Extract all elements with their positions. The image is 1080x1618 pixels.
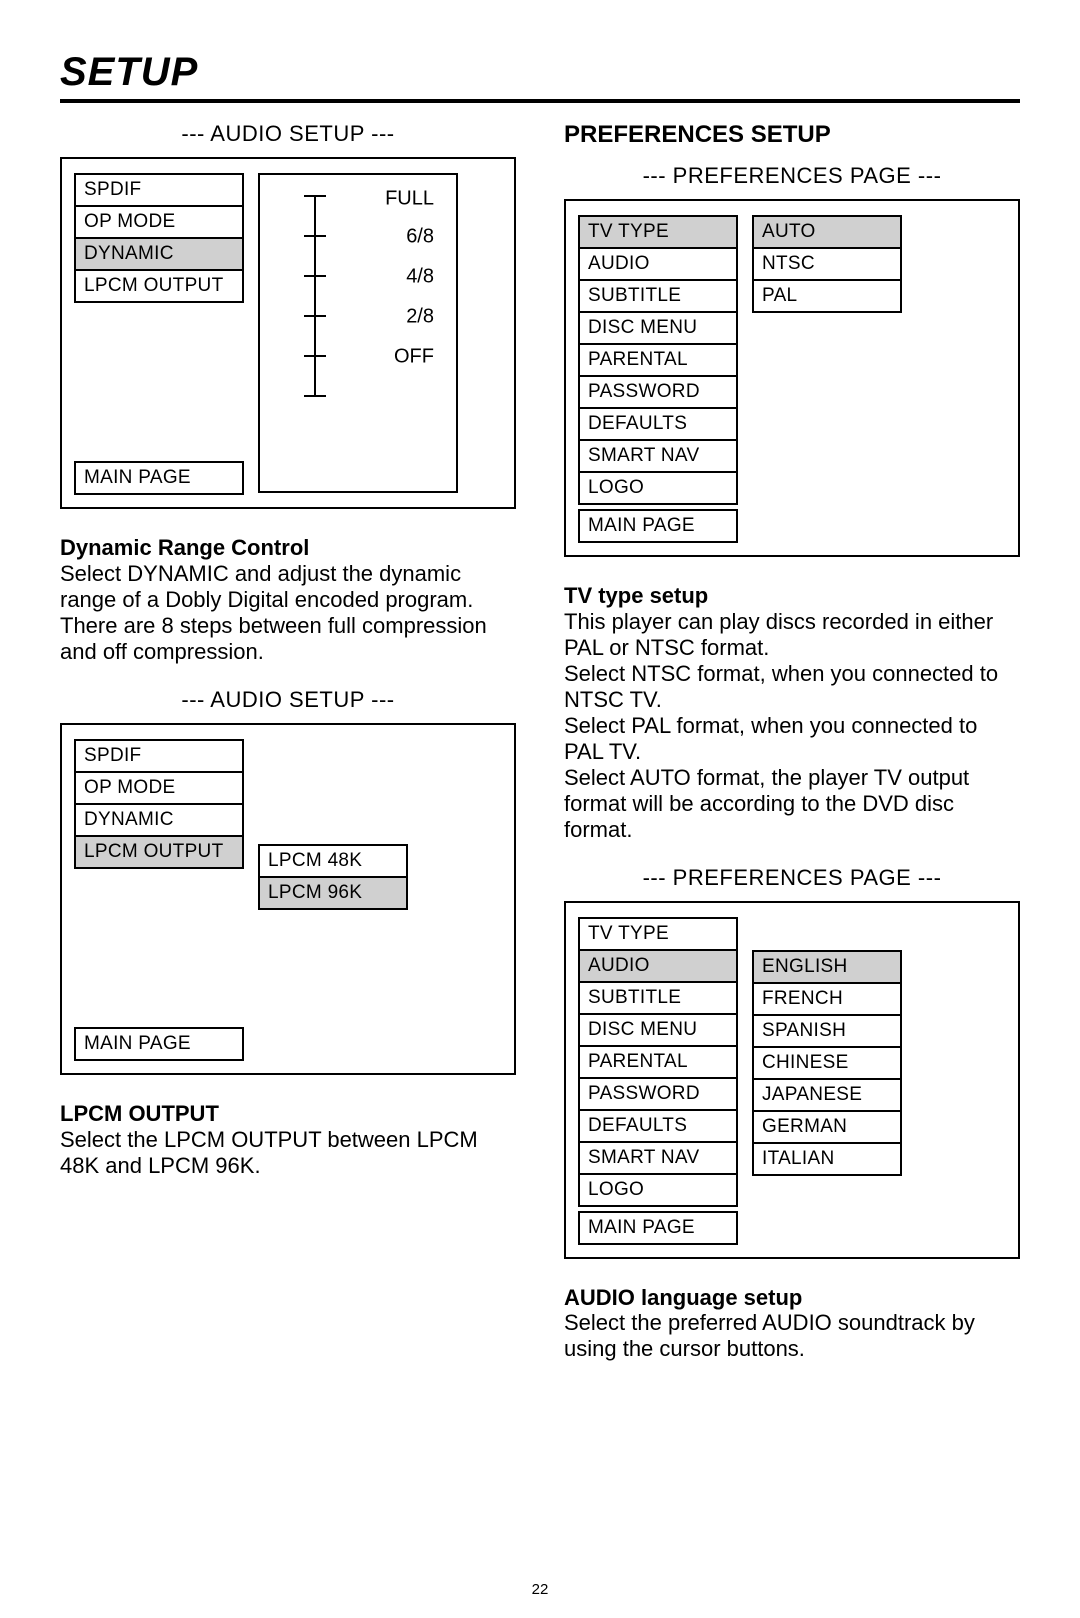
audio-lang-heading: AUDIO language setup bbox=[564, 1285, 802, 1310]
option-japanese[interactable]: JAPANESE bbox=[752, 1078, 902, 1112]
pref-page-title-2: --- PREFERENCES PAGE --- bbox=[564, 865, 1020, 891]
slider-tick bbox=[304, 395, 326, 397]
menu-item-tvtype[interactable]: TV TYPE bbox=[578, 917, 738, 951]
pref-setup-heading: PREFERENCES SETUP bbox=[564, 121, 1020, 149]
slider-tick bbox=[304, 315, 326, 317]
menu-item-spdif[interactable]: SPDIF bbox=[74, 173, 244, 207]
slider-track bbox=[314, 195, 316, 395]
audio-setup-title-1: --- AUDIO SETUP --- bbox=[60, 121, 516, 147]
slider-tick bbox=[304, 235, 326, 237]
menu-item-mainpage[interactable]: MAIN PAGE bbox=[578, 1211, 738, 1245]
lpcm-heading: LPCM OUTPUT bbox=[60, 1101, 219, 1126]
pref-panel-2: TV TYPE AUDIO SUBTITLE DISC MENU PARENTA… bbox=[564, 901, 1020, 1259]
pref-page-title-1: --- PREFERENCES PAGE --- bbox=[564, 163, 1020, 189]
page-number: 22 bbox=[532, 1581, 549, 1598]
menu-item-logo[interactable]: LOGO bbox=[578, 1173, 738, 1207]
audio-setup-panel-2: SPDIF OP MODE DYNAMIC LPCM OUTPUT MAIN P… bbox=[60, 723, 516, 1075]
menu-item-defaults[interactable]: DEFAULTS bbox=[578, 407, 738, 441]
slider-label-6-8: 6/8 bbox=[406, 226, 434, 249]
slider-label-full: FULL bbox=[385, 188, 434, 211]
tv-type-heading: TV type setup bbox=[564, 583, 708, 608]
menu-item-opmode[interactable]: OP MODE bbox=[74, 771, 244, 805]
menu-item-discmenu[interactable]: DISC MENU bbox=[578, 1013, 738, 1047]
option-italian[interactable]: ITALIAN bbox=[752, 1142, 902, 1176]
option-german[interactable]: GERMAN bbox=[752, 1110, 902, 1144]
right-column: PREFERENCES SETUP --- PREFERENCES PAGE -… bbox=[564, 121, 1020, 1362]
option-spanish[interactable]: SPANISH bbox=[752, 1014, 902, 1048]
menu-item-tvtype[interactable]: TV TYPE bbox=[578, 215, 738, 249]
slider-tick bbox=[304, 355, 326, 357]
menu-item-parental[interactable]: PARENTAL bbox=[578, 1045, 738, 1079]
audio-setup-title-2: --- AUDIO SETUP --- bbox=[60, 687, 516, 713]
menu-item-parental[interactable]: PARENTAL bbox=[578, 343, 738, 377]
menu-item-password[interactable]: PASSWORD bbox=[578, 1077, 738, 1111]
menu-item-audio[interactable]: AUDIO bbox=[578, 949, 738, 983]
pref-panel-1: TV TYPE AUDIO SUBTITLE DISC MENU PARENTA… bbox=[564, 199, 1020, 557]
tv-type-body: This player can play discs recorded in e… bbox=[564, 609, 998, 842]
option-french[interactable]: FRENCH bbox=[752, 982, 902, 1016]
menu-item-smartnav[interactable]: SMART NAV bbox=[578, 1141, 738, 1175]
menu-item-password[interactable]: PASSWORD bbox=[578, 375, 738, 409]
menu-item-audio[interactable]: AUDIO bbox=[578, 247, 738, 281]
menu-item-logo[interactable]: LOGO bbox=[578, 471, 738, 505]
menu-item-opmode[interactable]: OP MODE bbox=[74, 205, 244, 239]
dynamic-slider[interactable]: FULL 6/8 4/8 2/8 OFF bbox=[258, 173, 458, 493]
menu-item-subtitle[interactable]: SUBTITLE bbox=[578, 981, 738, 1015]
option-chinese[interactable]: CHINESE bbox=[752, 1046, 902, 1080]
option-ntsc[interactable]: NTSC bbox=[752, 247, 902, 281]
slider-label-2-8: 2/8 bbox=[406, 306, 434, 329]
menu-item-subtitle[interactable]: SUBTITLE bbox=[578, 279, 738, 313]
menu-item-lpcm[interactable]: LPCM OUTPUT bbox=[74, 269, 244, 303]
menu-item-mainpage[interactable]: MAIN PAGE bbox=[74, 1027, 244, 1061]
drc-heading: Dynamic Range Control bbox=[60, 535, 309, 560]
menu-item-spdif[interactable]: SPDIF bbox=[74, 739, 244, 773]
option-auto[interactable]: AUTO bbox=[752, 215, 902, 249]
option-lpcm48k[interactable]: LPCM 48K bbox=[258, 844, 408, 878]
slider-tick bbox=[304, 275, 326, 277]
menu-item-smartnav[interactable]: SMART NAV bbox=[578, 439, 738, 473]
menu-item-lpcm[interactable]: LPCM OUTPUT bbox=[74, 835, 244, 869]
slider-tick bbox=[304, 195, 326, 197]
option-english[interactable]: ENGLISH bbox=[752, 950, 902, 984]
audio-lang-body: Select the preferred AUDIO soundtrack by… bbox=[564, 1310, 975, 1361]
option-pal[interactable]: PAL bbox=[752, 279, 902, 313]
menu-item-discmenu[interactable]: DISC MENU bbox=[578, 311, 738, 345]
audio-setup-panel-1: SPDIF OP MODE DYNAMIC LPCM OUTPUT MAIN P… bbox=[60, 157, 516, 509]
menu-item-dynamic[interactable]: DYNAMIC bbox=[74, 803, 244, 837]
drc-body: Select DYNAMIC and adjust the dynamic ra… bbox=[60, 561, 487, 664]
menu-item-dynamic[interactable]: DYNAMIC bbox=[74, 237, 244, 271]
lpcm-body: Select the LPCM OUTPUT between LPCM 48K … bbox=[60, 1127, 478, 1178]
slider-label-4-8: 4/8 bbox=[406, 266, 434, 289]
menu-item-defaults[interactable]: DEFAULTS bbox=[578, 1109, 738, 1143]
page-title: SETUP bbox=[60, 50, 1020, 95]
slider-label-off: OFF bbox=[394, 346, 434, 369]
option-lpcm96k[interactable]: LPCM 96K bbox=[258, 876, 408, 910]
title-rule bbox=[60, 99, 1020, 103]
left-column: --- AUDIO SETUP --- SPDIF OP MODE DYNAMI… bbox=[60, 121, 516, 1362]
menu-item-mainpage[interactable]: MAIN PAGE bbox=[74, 461, 244, 495]
menu-item-mainpage[interactable]: MAIN PAGE bbox=[578, 509, 738, 543]
